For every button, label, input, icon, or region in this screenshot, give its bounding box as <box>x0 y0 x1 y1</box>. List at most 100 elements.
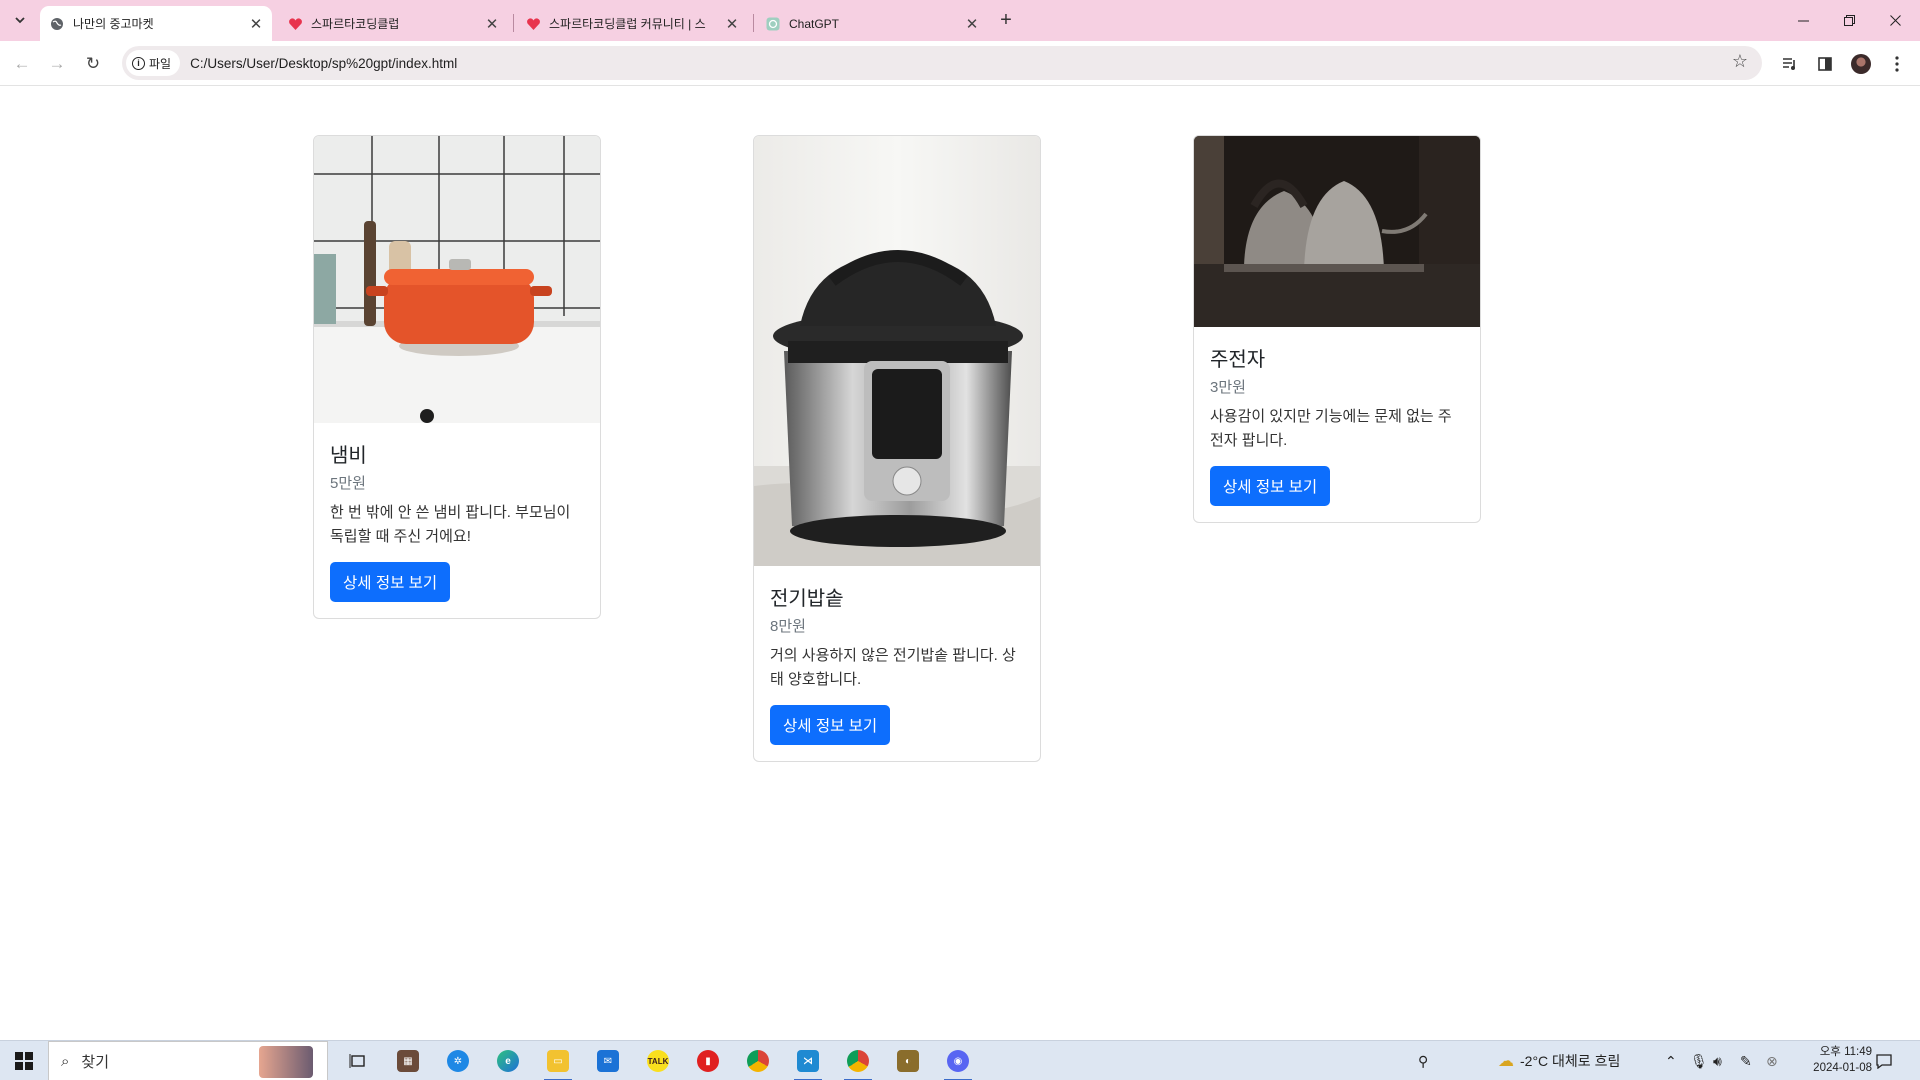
taskbar-app-mail[interactable]: ✉ <box>590 1045 626 1077</box>
minimize-button[interactable] <box>1780 0 1826 40</box>
new-tab-button[interactable]: + <box>995 9 1017 31</box>
minecraft-icon: ▦ <box>397 1050 419 1072</box>
detail-button[interactable]: 상세 정보 보기 <box>770 705 891 745</box>
tab-title: 스파르타코딩클럽 <box>311 17 400 31</box>
weather-widget[interactable]: ☁ -2°C 대체로 흐림 <box>1498 1041 1620 1080</box>
bookmark-star-icon[interactable]: ☆ <box>1732 51 1748 72</box>
chevron-down-icon <box>15 17 25 24</box>
tab-title: ChatGPT <box>789 16 840 31</box>
taskbar-app-discord[interactable]: ◉ <box>940 1045 976 1080</box>
discord-icon: ◉ <box>947 1050 969 1072</box>
taskbar-app-edge[interactable]: e <box>490 1045 526 1077</box>
search-icon: ⌕ <box>61 1052 70 1070</box>
red-app-icon: ▮ <box>697 1050 719 1072</box>
windows-taskbar: ⌕ 찾기 ▦ ✲ e ▭ ✉ TALK ▮ ⋊ ◐ ◉ ⚲ ☁ -2°C 대체로… <box>0 1040 1920 1080</box>
product-title: 전기밥솥 <box>770 588 844 610</box>
product-description: 거의 사용하지 않은 전기밥솥 팝니다. 상태 양호합니다. <box>770 647 1016 688</box>
close-icon <box>1889 14 1901 26</box>
vscode-icon: ⋊ <box>797 1050 819 1072</box>
taskbar-app-chrome[interactable] <box>740 1045 776 1077</box>
menu-icon[interactable] <box>1885 52 1909 76</box>
product-price: 5만원 <box>330 475 366 492</box>
clock-date: 2024-01-08 <box>1813 1062 1872 1074</box>
tab-title: 스파르타코딩클럽 커뮤니티 | 스 <box>549 17 706 31</box>
taskbar-app-red[interactable]: ▮ <box>690 1045 726 1077</box>
minimize-icon <box>1797 20 1809 21</box>
back-button[interactable]: ← <box>8 50 36 78</box>
pressure-cooker-photo <box>754 136 1040 566</box>
league-icon: ◐ <box>897 1050 919 1072</box>
forward-button[interactable]: → <box>43 50 71 78</box>
search-highlight-image <box>259 1046 313 1078</box>
chatgpt-icon <box>765 16 781 32</box>
detail-button[interactable]: 상세 정보 보기 <box>330 562 451 602</box>
taskbar-app-kakaotalk[interactable]: TALK <box>640 1045 676 1077</box>
product-description: 사용감이 있지만 기능에는 문제 없는 주전자 팝니다. <box>1210 408 1452 449</box>
tab-sparta[interactable]: 스파르타코딩클럽 ✕ <box>278 6 508 41</box>
taskbar-app-minecraft[interactable]: ▦ <box>390 1045 426 1077</box>
product-price: 8만원 <box>770 618 806 635</box>
reload-button[interactable]: ↻ <box>79 50 107 78</box>
edge-icon: e <box>497 1050 519 1072</box>
volume-icon[interactable]: 🔊︎ <box>1713 1041 1722 1080</box>
site-info-chip[interactable]: i 파일 <box>126 50 181 76</box>
tab-chatgpt[interactable]: ChatGPT ✕ <box>756 6 988 41</box>
profile-avatar[interactable] <box>1849 52 1873 76</box>
close-icon[interactable]: ✕ <box>962 14 982 34</box>
kettle-photo <box>1194 136 1480 327</box>
cloud-sun-icon: ☁ <box>1498 1053 1514 1070</box>
address-bar[interactable]: i 파일 C:/Users/User/Desktop/sp%20gpt/inde… <box>122 46 1762 80</box>
taskbar-app-vscode[interactable]: ⋊ <box>790 1045 826 1080</box>
clock-time: 오후 11:49 <box>1819 1046 1872 1058</box>
task-view-icon <box>349 1054 365 1068</box>
windows-logo-icon <box>15 1052 33 1070</box>
side-panel-icon[interactable] <box>1813 52 1837 76</box>
taskbar-app-chrome-active[interactable] <box>840 1045 876 1080</box>
arrow-left-icon: ← <box>13 54 31 73</box>
product-title: 주전자 <box>1210 349 1266 371</box>
taskbar-clock[interactable]: 오후 11:49 2024-01-08 <box>1813 1044 1872 1076</box>
detail-button[interactable]: 상세 정보 보기 <box>1210 466 1331 506</box>
media-control-icon[interactable] <box>1778 52 1802 76</box>
taskbar-app-league[interactable]: ◐ <box>890 1045 926 1077</box>
microphone-icon[interactable]: 🎙︎ <box>1690 1041 1708 1080</box>
taskbar-app-network[interactable]: ✲ <box>440 1045 476 1077</box>
product-card: 주전자 3만원 사용감이 있지만 기능에는 문제 없는 주전자 팝니다. 상세 … <box>1193 135 1481 523</box>
pen-icon[interactable]: ✎ <box>1740 1041 1752 1080</box>
card-body: 전기밥솥 8만원 거의 사용하지 않은 전기밥솥 팝니다. 상태 양호합니다. … <box>754 566 1040 761</box>
restore-icon <box>1843 14 1855 26</box>
start-button[interactable] <box>0 1041 48 1080</box>
mail-icon: ✉ <box>597 1050 619 1072</box>
close-icon[interactable]: ✕ <box>246 14 266 34</box>
tab-sparta-community[interactable]: 스파르타코딩클럽 커뮤니티 | 스 ✕ <box>516 6 748 41</box>
taskbar-app-explorer[interactable]: ▭ <box>540 1045 576 1080</box>
tab-divider <box>753 14 754 32</box>
orange-pot-photo <box>314 136 600 423</box>
kakaotalk-icon: TALK <box>647 1050 669 1072</box>
tab-strip: 나만의 중고마켓 ✕ 스파르타코딩클럽 ✕ 스파르타코딩클럽 커뮤니티 | 스 … <box>0 0 1920 41</box>
restore-button[interactable] <box>1826 0 1872 40</box>
tab-divider <box>513 14 514 32</box>
taskbar-search[interactable]: ⌕ 찾기 <box>48 1041 328 1080</box>
tab-market[interactable]: 나만의 중고마켓 ✕ <box>40 6 272 41</box>
task-view-button[interactable] <box>340 1045 376 1077</box>
plus-icon: + <box>1000 8 1012 31</box>
globe-icon <box>49 16 65 32</box>
product-title: 냄비 <box>330 445 367 467</box>
tray-overflow-icon[interactable]: ⌃ <box>1665 1041 1677 1080</box>
network-disconnected-icon[interactable]: ⊗ <box>1766 1041 1778 1080</box>
card-body: 냄비 5만원 한 번 밖에 안 쓴 냄비 팝니다. 부모님이 독립할 때 주신 … <box>314 423 600 618</box>
arrow-right-icon: → <box>48 54 66 73</box>
tab-search-button[interactable] <box>8 8 32 32</box>
close-icon[interactable]: ✕ <box>722 14 742 34</box>
tab-title: 나만의 중고마켓 <box>73 17 154 31</box>
notification-icon[interactable] <box>1876 1041 1892 1080</box>
close-icon[interactable]: ✕ <box>482 14 502 34</box>
product-card: 냄비 5만원 한 번 밖에 안 쓴 냄비 팝니다. 부모님이 독립할 때 주신 … <box>313 135 601 619</box>
product-card: 전기밥솥 8만원 거의 사용하지 않은 전기밥솥 팝니다. 상태 양호합니다. … <box>753 135 1041 762</box>
close-window-button[interactable] <box>1872 0 1918 40</box>
url-text[interactable]: C:/Users/User/Desktop/sp%20gpt/index.htm… <box>190 56 457 71</box>
chrome-icon <box>847 1050 869 1072</box>
people-icon[interactable]: ⚲ <box>1418 1041 1428 1080</box>
browser-toolbar: ← → ↻ i 파일 C:/Users/User/Desktop/sp%20gp… <box>0 41 1920 86</box>
